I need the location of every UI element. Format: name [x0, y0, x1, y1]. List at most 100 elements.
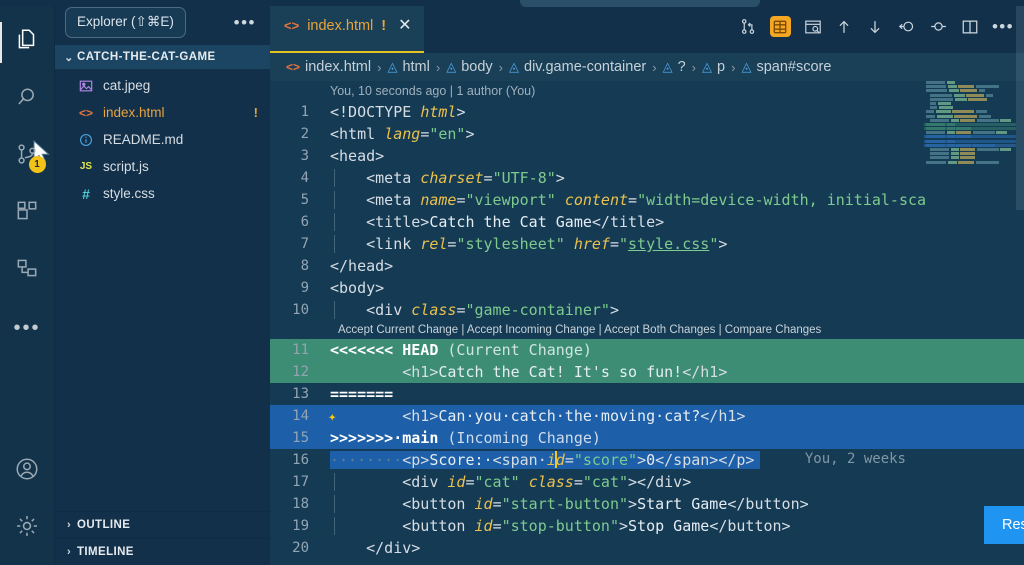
command-center-pill[interactable]	[520, 0, 760, 7]
tab-index-html[interactable]: <> index.html ! ✕	[270, 0, 424, 53]
folder-section-header[interactable]: ⌄ CATCH-THE-CAT-GAME	[55, 45, 270, 69]
code-line[interactable]: 8</head>	[270, 255, 1024, 277]
code-line[interactable]: 18 <button id="start-button">Start Game<…	[270, 493, 1024, 515]
code-token: style.css	[628, 235, 709, 253]
code-line[interactable]: 17 <div id="cat" class="cat"></div>	[270, 471, 1024, 493]
code-token: Can·you·catch·the·moving·cat?	[438, 407, 700, 425]
code-token: <button	[330, 495, 475, 513]
minimap-line	[924, 81, 1016, 84]
scrollbar-thumb[interactable]	[1016, 0, 1024, 210]
open-preview-icon[interactable]	[804, 18, 822, 36]
line-number: 11	[270, 342, 322, 358]
file-item-readme-md[interactable]: README.md	[55, 126, 270, 153]
revert-change-icon[interactable]	[897, 17, 916, 36]
code-line[interactable]: 6 <title>Catch the Cat Game</title>	[270, 211, 1024, 233]
code-line[interactable]: 3<head>	[270, 145, 1024, 167]
tab-label: index.html	[307, 18, 373, 34]
explorer-title-button[interactable]: Explorer (⇧⌘E)	[65, 7, 186, 38]
code-line[interactable]: 19 <button id="stop-button">Stop Game</b…	[270, 515, 1024, 537]
code-line[interactable]: 7 <link rel="stylesheet" href="style.css…	[270, 233, 1024, 255]
code-token: =	[565, 451, 574, 469]
next-change-icon[interactable]	[866, 18, 884, 36]
line-number: 1	[270, 104, 322, 120]
code-line[interactable]: 5 <meta name="viewport" content="width=d…	[270, 189, 1024, 211]
code-editor[interactable]: You, 10 seconds ago | 1 author (You) 1<!…	[270, 81, 1024, 565]
code-token: </button>	[709, 517, 790, 535]
split-editor-icon[interactable]	[961, 18, 979, 36]
minimap-token	[973, 131, 995, 134]
minimap-token	[926, 140, 945, 143]
code-token: =	[628, 191, 637, 209]
activity-item-remote-explorer[interactable]	[0, 242, 55, 299]
code-token: id	[475, 517, 493, 535]
breadcrumb-item-unknown[interactable]: ◬ ?	[663, 59, 686, 75]
breadcrumb-item-file[interactable]: <> index.html	[286, 59, 371, 75]
code-line[interactable]: 16········<p>Score:·<span·id="score">0</…	[270, 449, 1024, 471]
minimap-line	[924, 102, 1016, 105]
minimap-token	[926, 127, 945, 130]
code-line[interactable]: 11<<<<<<< HEAD (Current Change)	[270, 339, 1024, 361]
minimap-token	[976, 161, 999, 164]
code-token: "	[709, 235, 718, 253]
code-line[interactable]: 2<html lang="en">	[270, 123, 1024, 145]
code-line[interactable]: 15>>>>>>>·main (Incoming Change)	[270, 427, 1024, 449]
sidebar-more-actions[interactable]: •••	[234, 19, 262, 27]
breadcrumb-separator: ›	[730, 60, 736, 75]
activity-item-extensions[interactable]	[0, 185, 55, 242]
line-number: 12	[270, 364, 322, 380]
file-item-script-js[interactable]: JS script.js	[55, 153, 270, 180]
minimap-token	[960, 119, 975, 122]
minimap-line	[924, 106, 1016, 109]
window-top-strip	[0, 0, 1024, 6]
sparkle-icon[interactable]: ✦	[328, 409, 336, 425]
activity-item-explorer[interactable]	[0, 14, 55, 71]
merge-conflict-icon[interactable]	[770, 16, 791, 37]
compare-changes-icon[interactable]	[740, 18, 757, 35]
code-line[interactable]: 14 <h1>Can·you·catch·the·moving·cat?</h1…	[270, 405, 1024, 427]
file-item-cat-jpeg[interactable]: cat.jpeg	[55, 72, 270, 99]
code-token: "viewport"	[465, 191, 555, 209]
symbol-cube-icon: ◬	[663, 59, 673, 75]
code-line[interactable]: 13=======	[270, 383, 1024, 405]
line-content: <body>	[322, 279, 1024, 297]
code-line[interactable]: 9<body>	[270, 277, 1024, 299]
code-line[interactable]: 12 <h1>Catch the Cat! It's so fun!</h1>	[270, 361, 1024, 383]
conflict-actions-bar[interactable]: Accept Current Change | Accept Incoming …	[270, 321, 1024, 339]
activity-item-search[interactable]	[0, 71, 55, 128]
minimap-line	[924, 110, 1016, 113]
close-icon[interactable]: ✕	[398, 18, 411, 34]
code-line[interactable]: 20 </div>	[270, 537, 1024, 559]
code-line[interactable]: 1<!DOCTYPE html>	[270, 101, 1024, 123]
breadcrumb-item-div[interactable]: ◬ div.game-container	[509, 59, 646, 75]
activity-item-accounts[interactable]	[0, 443, 55, 500]
breadcrumb-item-body[interactable]: ◬ body	[446, 59, 492, 75]
line-number: 20	[270, 540, 322, 556]
activity-item-more-views[interactable]: •••	[0, 299, 55, 356]
file-item-style-css[interactable]: # style.css	[55, 180, 270, 207]
pane-timeline[interactable]: › TIMELINE	[55, 538, 270, 565]
minimap-token	[947, 140, 955, 143]
line-number: 10	[270, 302, 322, 318]
minimap-token	[979, 89, 985, 92]
breadcrumb-item-p[interactable]: ◬ p	[702, 59, 725, 75]
code-line[interactable]: 10 <div class="game-container">	[270, 299, 1024, 321]
stage-change-icon[interactable]	[929, 17, 948, 36]
line-number: 13	[270, 386, 322, 402]
editor-scrollbar[interactable]	[1016, 0, 1024, 565]
line-number: 16	[270, 452, 322, 468]
activity-item-settings[interactable]	[0, 500, 55, 557]
previous-change-icon[interactable]	[835, 18, 853, 36]
file-item-index-html[interactable]: <> index.html !	[55, 99, 270, 126]
code-line[interactable]: 4 <meta charset="UTF-8">	[270, 167, 1024, 189]
minimap-token	[951, 119, 959, 122]
activity-item-source-control[interactable]: 1	[0, 128, 55, 185]
code-token: (Current Change)	[447, 341, 592, 359]
chevron-right-icon: ›	[61, 519, 77, 531]
pane-outline[interactable]: › OUTLINE	[55, 511, 270, 538]
resolve-in-merge-editor-button[interactable]: Resolve in Merge Editor	[984, 506, 1024, 544]
editor-more-actions[interactable]: •••	[992, 23, 1014, 31]
breadcrumb-item-html[interactable]: ◬ html	[387, 59, 429, 75]
vscode-window: 1 •••	[0, 0, 1024, 565]
minimap[interactable]	[924, 81, 1016, 181]
breadcrumb-item-span[interactable]: ◬ span#score	[741, 59, 831, 75]
